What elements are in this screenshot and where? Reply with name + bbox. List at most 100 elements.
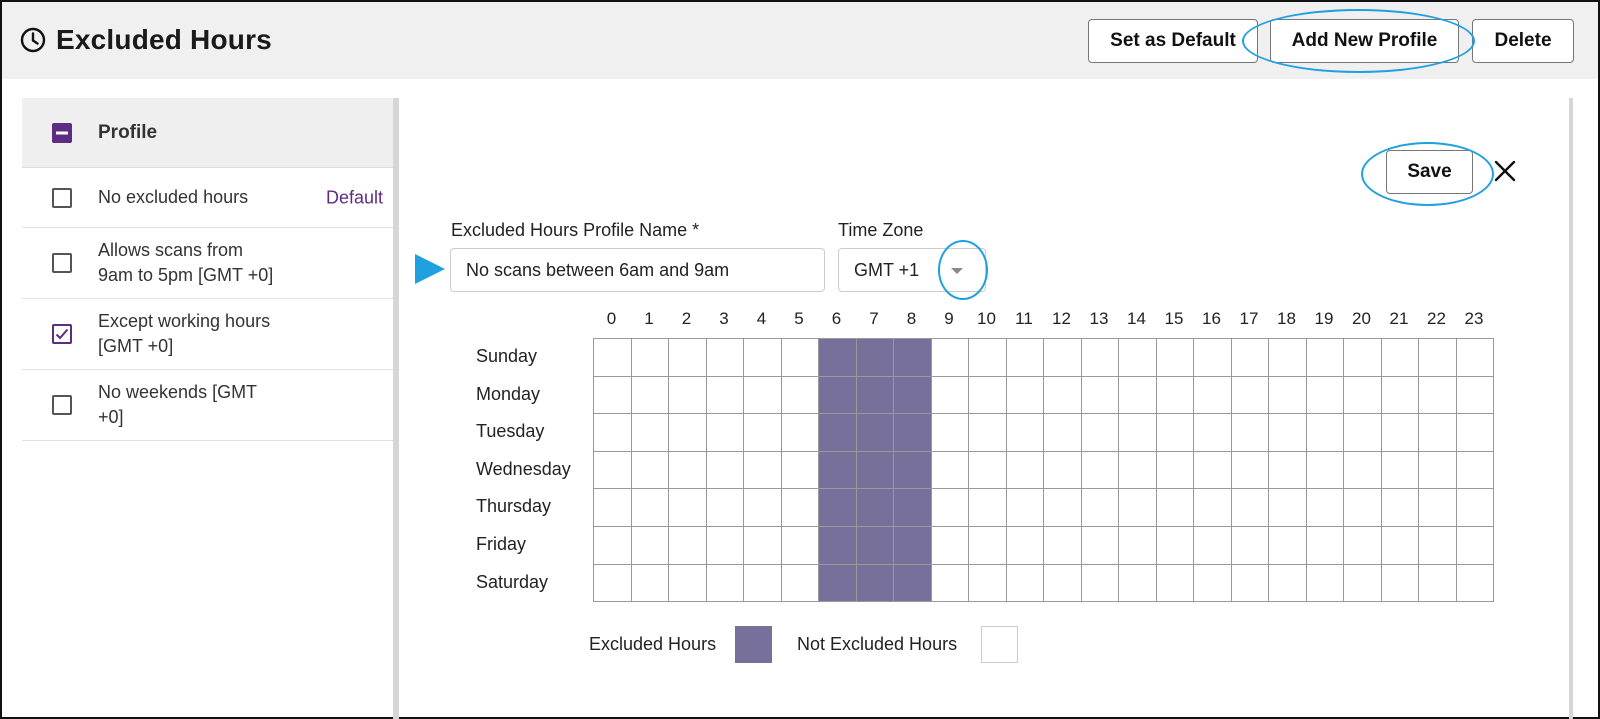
schedule-cell[interactable]	[631, 564, 669, 603]
schedule-cell[interactable]	[1456, 526, 1494, 565]
schedule-cell-excluded[interactable]	[819, 489, 857, 527]
schedule-cell[interactable]	[594, 489, 632, 527]
schedule-cell-excluded[interactable]	[856, 339, 894, 377]
schedule-cell[interactable]	[706, 414, 744, 452]
schedule-cell[interactable]	[1344, 376, 1382, 415]
schedule-cell[interactable]	[1344, 489, 1382, 527]
schedule-cell[interactable]	[1269, 526, 1307, 565]
add-new-profile-button[interactable]: Add New Profile	[1270, 19, 1459, 63]
schedule-cell[interactable]	[1306, 451, 1344, 490]
schedule-cell[interactable]	[781, 489, 819, 527]
schedule-cell-excluded[interactable]	[819, 376, 857, 415]
schedule-cell[interactable]	[1119, 526, 1157, 565]
schedule-cell[interactable]	[669, 526, 707, 565]
schedule-cell[interactable]	[781, 564, 819, 603]
schedule-cell[interactable]	[1344, 414, 1382, 452]
schedule-cell[interactable]	[1381, 451, 1419, 490]
row-checkbox[interactable]	[52, 187, 72, 208]
list-item[interactable]: Except working hours [GMT +0]	[22, 299, 393, 370]
schedule-cell[interactable]	[1156, 564, 1194, 603]
schedule-cell[interactable]	[1081, 414, 1119, 452]
schedule-cell[interactable]	[1231, 564, 1269, 603]
schedule-cell-excluded[interactable]	[819, 564, 857, 603]
schedule-cell[interactable]	[1269, 414, 1307, 452]
schedule-cell[interactable]	[1231, 526, 1269, 565]
schedule-cell[interactable]	[1231, 414, 1269, 452]
schedule-cell[interactable]	[1456, 339, 1494, 377]
schedule-cell[interactable]	[594, 414, 632, 452]
schedule-cell[interactable]	[969, 451, 1007, 490]
schedule-cell[interactable]	[631, 414, 669, 452]
schedule-cell[interactable]	[781, 339, 819, 377]
schedule-cell[interactable]	[781, 451, 819, 490]
schedule-cell[interactable]	[1231, 451, 1269, 490]
schedule-cell[interactable]	[706, 451, 744, 490]
schedule-cell[interactable]	[1269, 564, 1307, 603]
schedule-cell[interactable]	[744, 414, 782, 452]
schedule-cell[interactable]	[1119, 489, 1157, 527]
schedule-cell[interactable]	[1419, 376, 1457, 415]
schedule-cell[interactable]	[744, 339, 782, 377]
schedule-cell[interactable]	[669, 376, 707, 415]
schedule-cell[interactable]	[1194, 376, 1232, 415]
schedule-cell[interactable]	[1381, 489, 1419, 527]
schedule-cell[interactable]	[631, 451, 669, 490]
schedule-cell[interactable]	[969, 376, 1007, 415]
close-icon[interactable]	[1492, 158, 1518, 184]
schedule-cell[interactable]	[1456, 414, 1494, 452]
schedule-cell[interactable]	[1044, 376, 1082, 415]
schedule-cell[interactable]	[1194, 489, 1232, 527]
select-all-checkbox[interactable]	[52, 122, 72, 143]
schedule-cell[interactable]	[631, 489, 669, 527]
schedule-cell[interactable]	[1156, 451, 1194, 490]
schedule-cell-excluded[interactable]	[894, 339, 932, 377]
schedule-cell-excluded[interactable]	[894, 489, 932, 527]
schedule-cell[interactable]	[1081, 451, 1119, 490]
schedule-cell[interactable]	[1119, 376, 1157, 415]
schedule-cell[interactable]	[594, 376, 632, 415]
schedule-cell[interactable]	[1044, 451, 1082, 490]
schedule-cell[interactable]	[1419, 414, 1457, 452]
schedule-cell[interactable]	[1269, 451, 1307, 490]
schedule-cell-excluded[interactable]	[894, 376, 932, 415]
schedule-cell[interactable]	[1231, 489, 1269, 527]
chevron-down-icon[interactable]	[951, 268, 963, 274]
schedule-cell-excluded[interactable]	[819, 414, 857, 452]
schedule-cell[interactable]	[969, 339, 1007, 377]
list-item[interactable]: Allows scans from 9am to 5pm [GMT +0]	[22, 228, 393, 299]
schedule-cell[interactable]	[1006, 451, 1044, 490]
schedule-cell[interactable]	[1456, 489, 1494, 527]
schedule-cell-excluded[interactable]	[894, 451, 932, 490]
schedule-cell[interactable]	[1381, 564, 1419, 603]
schedule-cell[interactable]	[1231, 376, 1269, 415]
schedule-cell[interactable]	[969, 564, 1007, 603]
schedule-cell[interactable]	[1044, 339, 1082, 377]
schedule-grid[interactable]	[593, 338, 1494, 603]
schedule-cell[interactable]	[1119, 451, 1157, 490]
schedule-cell[interactable]	[1269, 376, 1307, 415]
schedule-cell[interactable]	[931, 414, 969, 452]
schedule-cell-excluded[interactable]	[856, 564, 894, 603]
schedule-cell[interactable]	[1081, 339, 1119, 377]
schedule-cell[interactable]	[1344, 526, 1382, 565]
schedule-cell[interactable]	[1006, 526, 1044, 565]
schedule-cell[interactable]	[1156, 414, 1194, 452]
list-item[interactable]: No weekends [GMT +0]	[22, 370, 393, 441]
schedule-cell[interactable]	[1194, 564, 1232, 603]
schedule-cell[interactable]	[1119, 339, 1157, 377]
schedule-cell[interactable]	[1194, 451, 1232, 490]
schedule-cell-excluded[interactable]	[856, 376, 894, 415]
schedule-cell[interactable]	[1156, 489, 1194, 527]
schedule-cell[interactable]	[631, 376, 669, 415]
schedule-cell[interactable]	[1006, 489, 1044, 527]
row-checkbox[interactable]	[52, 253, 72, 273]
scrollbar-track[interactable]	[1569, 98, 1573, 719]
schedule-cell[interactable]	[1006, 376, 1044, 415]
schedule-cell[interactable]	[1081, 489, 1119, 527]
schedule-cell[interactable]	[706, 376, 744, 415]
schedule-cell[interactable]	[1156, 376, 1194, 415]
schedule-cell-excluded[interactable]	[819, 526, 857, 565]
schedule-cell[interactable]	[1006, 564, 1044, 603]
schedule-cell[interactable]	[1344, 451, 1382, 490]
schedule-cell[interactable]	[969, 414, 1007, 452]
